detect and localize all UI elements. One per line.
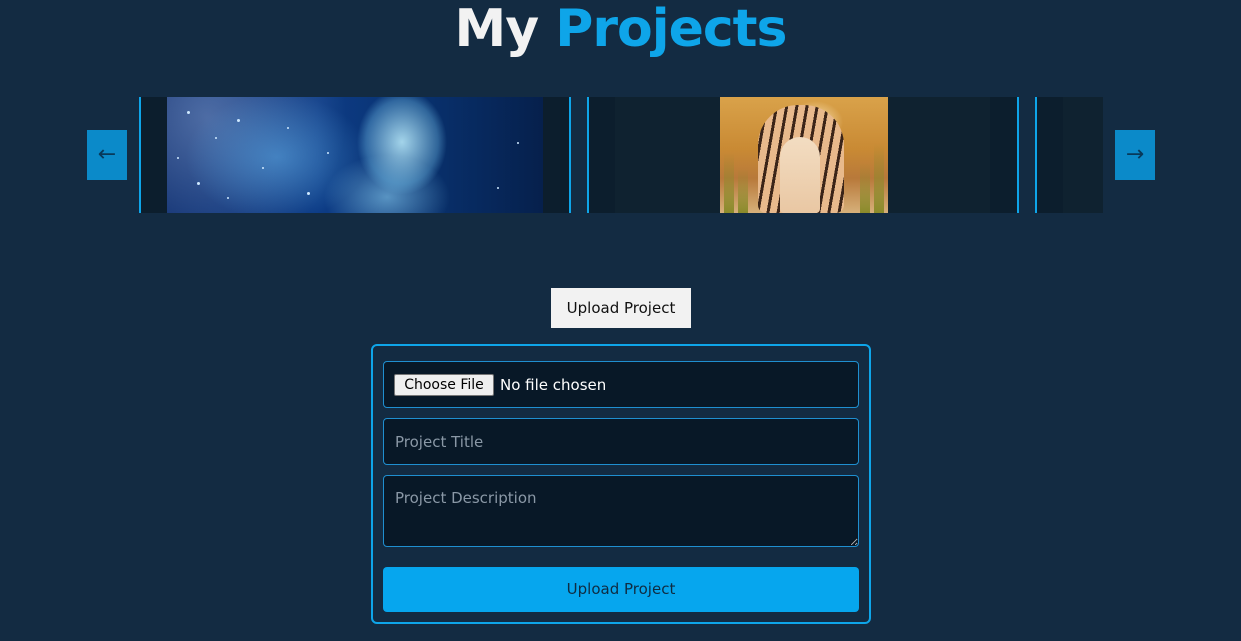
project-description-input[interactable]: [383, 475, 859, 547]
file-input[interactable]: Choose File No file chosen: [383, 361, 859, 408]
carousel-next-button[interactable]: →: [1115, 130, 1155, 180]
project-card[interactable]: [139, 97, 571, 213]
project-image-tiger: [720, 97, 888, 213]
choose-file-button[interactable]: Choose File: [394, 374, 494, 396]
carousel-prev-button[interactable]: ←: [87, 130, 127, 180]
page-title: My Projects: [0, 0, 1241, 58]
upload-project-submit-button[interactable]: Upload Project: [383, 567, 859, 612]
page-title-projects: Projects: [555, 0, 787, 59]
project-title-input[interactable]: [383, 418, 859, 465]
upload-project-toggle-button[interactable]: Upload Project: [551, 288, 691, 328]
project-card[interactable]: [1035, 97, 1103, 213]
page-title-my: My: [454, 0, 540, 59]
upload-project-form: Choose File No file chosen Upload Projec…: [371, 344, 871, 624]
project-image-ai-face: [167, 97, 543, 213]
project-card[interactable]: [587, 97, 1019, 213]
project-carousel: [139, 97, 1103, 213]
file-status-text: No file chosen: [500, 376, 607, 394]
